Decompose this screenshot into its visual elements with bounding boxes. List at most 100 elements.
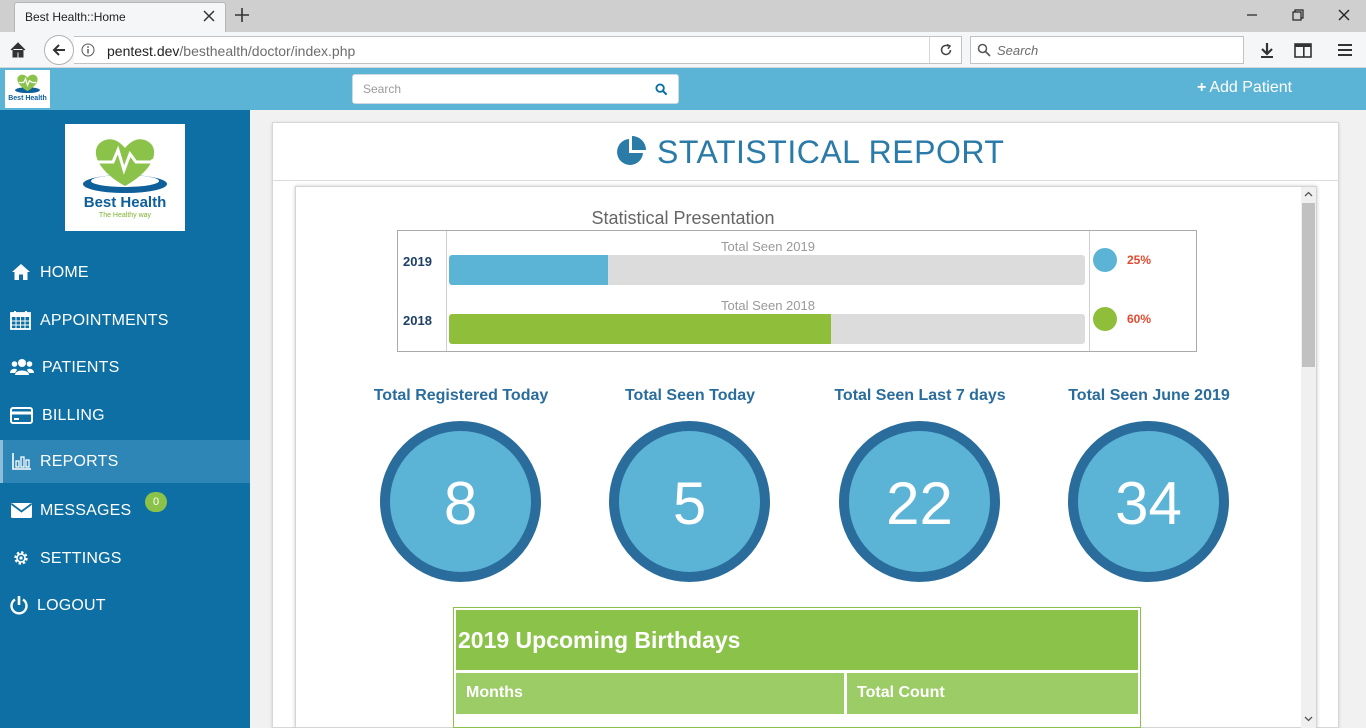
search-icon [977, 43, 991, 57]
birthdays-table-header: 2019 Upcoming Birthdays [456, 610, 1138, 670]
header-logo[interactable]: Best Health [5, 70, 50, 108]
sidebar-item-billing[interactable]: BILLING [0, 394, 250, 437]
sidebar-item-settings[interactable]: SETTINGS [0, 537, 250, 580]
progress-label-2019: Total Seen 2019 [721, 239, 815, 254]
progress-label-2018: Total Seen 2018 [721, 298, 815, 313]
stat-value: 8 [443, 470, 478, 537]
progress-track-2019 [449, 255, 1085, 285]
scroll-up-icon[interactable] [1301, 187, 1316, 202]
sidebar-item-reports[interactable]: REPORTS [0, 440, 250, 483]
sidebar-item-messages[interactable]: MESSAGES 0 [0, 489, 250, 532]
sidebar-item-label: PATIENTS [42, 359, 120, 376]
plus-icon: + [1197, 79, 1207, 96]
birthdays-table: 2019 Upcoming Birthdays Months Total Cou… [453, 607, 1141, 728]
app-search-input[interactable] [353, 75, 643, 103]
year-label-2019: 2019 [403, 254, 432, 269]
sidebar-item-label: REPORTS [40, 453, 119, 470]
sidebar: Best Health The Healthy way HOME APPOINT… [0, 110, 250, 728]
divider [1089, 231, 1090, 351]
progress-percent-2018: 60% [1127, 312, 1152, 326]
stat-circle-seen-june: 34 [1068, 421, 1229, 582]
download-icon[interactable] [1257, 40, 1277, 60]
calendar-icon [10, 311, 31, 330]
browser-tab[interactable]: Best Health::Home [14, 2, 226, 32]
progress-fill-2019 [449, 255, 608, 285]
stat-value: 5 [672, 470, 707, 537]
sidebar-item-patients[interactable]: PATIENTS [0, 346, 250, 389]
url-host: pentest.dev [107, 43, 180, 59]
sidebar-item-label: MESSAGES [40, 502, 132, 519]
browser-tab-bar: Best Health::Home [0, 0, 1366, 32]
browser-home-icon[interactable] [9, 41, 27, 59]
legend-dot-2018 [1093, 307, 1117, 331]
heart-logo-icon [15, 74, 40, 94]
pie-chart-icon [617, 136, 646, 165]
progress-percent-2019: 25% [1127, 253, 1152, 267]
page-title: STATISTICAL REPORT [657, 134, 1005, 170]
search-icon[interactable] [655, 83, 668, 96]
url-path: /besthealth/doctor/index.php [179, 43, 356, 59]
stat-value: 22 [886, 470, 953, 537]
browser-search-bar[interactable]: Search [970, 36, 1244, 64]
sidebar-item-label: SETTINGS [40, 550, 122, 567]
column-header-label: Months [466, 684, 523, 701]
arrow-left-icon [52, 44, 65, 56]
stat-value: 34 [1115, 470, 1182, 537]
column-header-months[interactable]: Months [456, 673, 844, 714]
scrollbar[interactable] [1301, 187, 1316, 728]
minimize-icon[interactable] [1243, 6, 1261, 24]
close-window-icon[interactable] [1335, 6, 1353, 24]
stat-label-seen-last-7-days: Total Seen Last 7 days [834, 387, 1006, 404]
restore-icon[interactable] [1289, 6, 1307, 24]
gear-icon [14, 551, 28, 565]
stat-circle-seen-last-7-days: 22 [839, 421, 1000, 582]
scroll-down-icon[interactable] [1301, 711, 1316, 726]
app-header: Best Health +Add Patient [0, 68, 1366, 110]
column-header-total-count[interactable]: Total Count [847, 673, 1138, 714]
divider [446, 231, 447, 351]
sidebar-item-label: HOME [40, 264, 89, 281]
sidebar-item-label: APPOINTMENTS [40, 312, 169, 329]
app-search-box [352, 74, 679, 104]
reload-icon [940, 43, 952, 56]
url-text: pentest.dev/besthealth/doctor/index.php [107, 43, 355, 59]
sidebar-item-label: LOGOUT [37, 597, 106, 614]
progress-track-2018 [449, 314, 1085, 344]
stat-label-seen-june: Total Seen June 2019 [1068, 387, 1230, 404]
home-icon [12, 264, 30, 280]
envelope-icon [10, 503, 33, 518]
reload-button[interactable] [929, 37, 961, 63]
birthdays-title: 2019 Upcoming Birthdays [458, 627, 741, 653]
tab-title: Best Health::Home [25, 10, 126, 24]
legend-dot-2019 [1093, 248, 1117, 272]
column-header-label: Total Count [857, 684, 945, 701]
add-patient-button[interactable]: + Add Patient [1197, 79, 1292, 97]
info-icon[interactable] [81, 43, 95, 57]
heart-logo-icon [83, 139, 167, 193]
presentation-title: Statistical Presentation [591, 208, 775, 228]
bar-chart-icon [12, 453, 31, 470]
sidebar-item-home[interactable]: HOME [0, 251, 250, 294]
sidebar-toggle-icon[interactable] [1293, 40, 1313, 60]
year-label-2018: 2018 [403, 313, 432, 328]
sidebar-item-label: BILLING [42, 407, 105, 424]
stat-circle-registered-today: 8 [380, 421, 541, 582]
progress-table: 2019 Total Seen 2019 25% 2018 Total Seen… [397, 230, 1197, 352]
power-icon [10, 596, 28, 615]
url-bar[interactable]: pentest.dev/besthealth/doctor/index.php [74, 36, 962, 64]
new-tab-icon[interactable] [233, 6, 251, 24]
browser-nav-bar: pentest.dev/besthealth/doctor/index.php … [0, 32, 1366, 68]
sidebar-item-logout[interactable]: LOGOUT [0, 584, 250, 627]
add-patient-label: Add Patient [1209, 79, 1293, 96]
browser-search-placeholder: Search [997, 43, 1039, 58]
header-logo-text: Best Health [8, 95, 47, 102]
menu-icon[interactable] [1335, 40, 1355, 60]
users-icon [10, 359, 34, 375]
stat-label-registered-today: Total Registered Today [373, 387, 549, 404]
credit-card-icon [10, 407, 33, 424]
back-button[interactable] [44, 35, 74, 65]
stat-circle-seen-today: 5 [609, 421, 770, 582]
progress-fill-2018 [449, 314, 831, 344]
sidebar-item-appointments[interactable]: APPOINTMENTS [0, 299, 250, 342]
close-tab-icon[interactable] [201, 8, 217, 24]
